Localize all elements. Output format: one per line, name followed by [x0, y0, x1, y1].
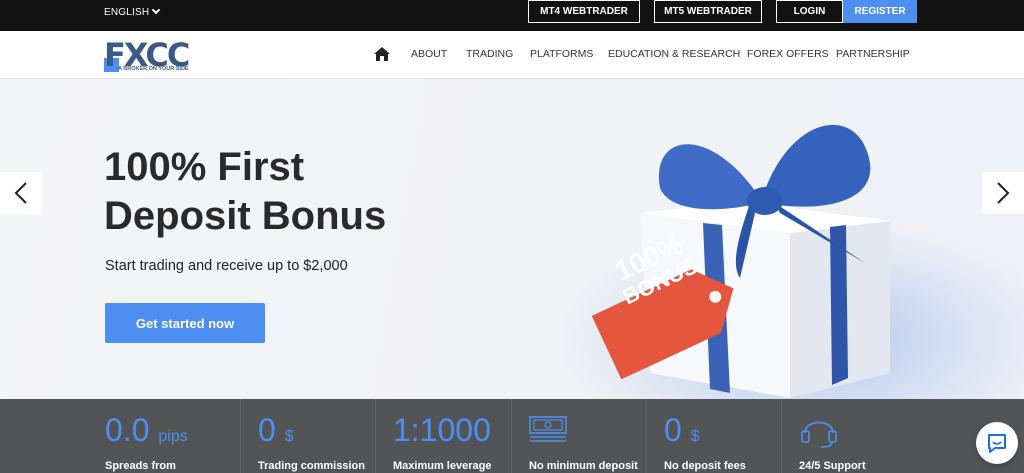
chat-bubble-icon — [988, 434, 1006, 453]
stat-commission: 0 $ Trading commission — [240, 399, 375, 473]
nav-item-platforms[interactable]: PLATFORMS — [530, 48, 593, 60]
chat-widget-button[interactable] — [976, 422, 1018, 464]
nav-item-forex-offers[interactable]: FOREX OFFERS — [747, 48, 829, 60]
slider-next-button[interactable] — [982, 172, 1024, 214]
headset-icon — [801, 421, 837, 448]
nav-item-about[interactable]: ABOUT — [411, 48, 447, 60]
hero-slider: 100% First Deposit Bonus Start trading a… — [0, 79, 1024, 399]
stat-label: Trading commission — [258, 460, 365, 472]
mt5-webtrader-button[interactable]: MT5 WEBTRADER — [654, 0, 762, 23]
chevron-left-icon — [14, 182, 27, 204]
stat-leverage: 1:1000 Maximum leverage — [375, 399, 511, 473]
hero-title: 100% First Deposit Bonus — [104, 143, 386, 241]
nav-item-partnership[interactable]: PARTNERSHIP — [836, 48, 910, 60]
language-selector[interactable]: ENGLISH — [104, 5, 161, 18]
chevron-right-icon — [997, 182, 1010, 204]
home-icon[interactable] — [374, 47, 390, 61]
hero-title-line2: Deposit Bonus — [104, 194, 387, 238]
get-started-button[interactable]: Get started now — [105, 303, 265, 343]
hero-title-line1: 100% First — [104, 145, 305, 189]
nav-item-education-research[interactable]: EDUCATION & RESEARCH — [608, 48, 740, 60]
main-nav: FXCC A BROKER ON YOUR SIDE ABOUT TRADING… — [0, 31, 1024, 79]
hero-subtitle: Start trading and receive up to $2,000 — [105, 258, 348, 274]
stat-label: 24/5 Support — [799, 460, 866, 472]
stat-value: 1:1000 — [393, 412, 491, 448]
stat-label: Maximum leverage — [393, 460, 492, 472]
mt4-webtrader-button[interactable]: MT4 WEBTRADER — [528, 0, 640, 23]
stat-value: 0.0 pips — [105, 412, 188, 448]
stat-deposit-fees: 0 $ No deposit fees — [646, 399, 781, 473]
stats-bar: 0.0 pips Spreads from 0 $ Trading commis… — [0, 399, 1024, 473]
nav-item-trading[interactable]: TRADING — [466, 48, 513, 60]
stat-spreads: 0.0 pips Spreads from — [88, 399, 240, 473]
language-label: ENGLISH — [104, 7, 150, 18]
stat-min-deposit: No minimum deposit — [511, 399, 646, 473]
fxcc-logo[interactable]: FXCC A BROKER ON YOUR SIDE — [104, 36, 202, 74]
stat-label: No deposit fees — [664, 460, 746, 472]
stat-label: No minimum deposit — [529, 460, 638, 472]
stat-value: 0 $ — [258, 412, 294, 448]
stat-label: Spreads from — [105, 460, 176, 472]
slider-prev-button[interactable] — [0, 172, 42, 214]
stat-support: 24/5 Support — [781, 399, 931, 473]
logo-tagline: A BROKER ON YOUR SIDE — [118, 66, 189, 72]
chevron-down-icon — [152, 5, 161, 15]
stat-value: 0 $ — [664, 412, 700, 448]
banknote-icon — [529, 416, 567, 442]
top-bar: ENGLISH MT4 WEBTRADER MT5 WEBTRADER LOGI… — [0, 0, 1024, 31]
login-button[interactable]: LOGIN — [776, 0, 843, 23]
register-button[interactable]: REGISTER — [843, 0, 917, 23]
